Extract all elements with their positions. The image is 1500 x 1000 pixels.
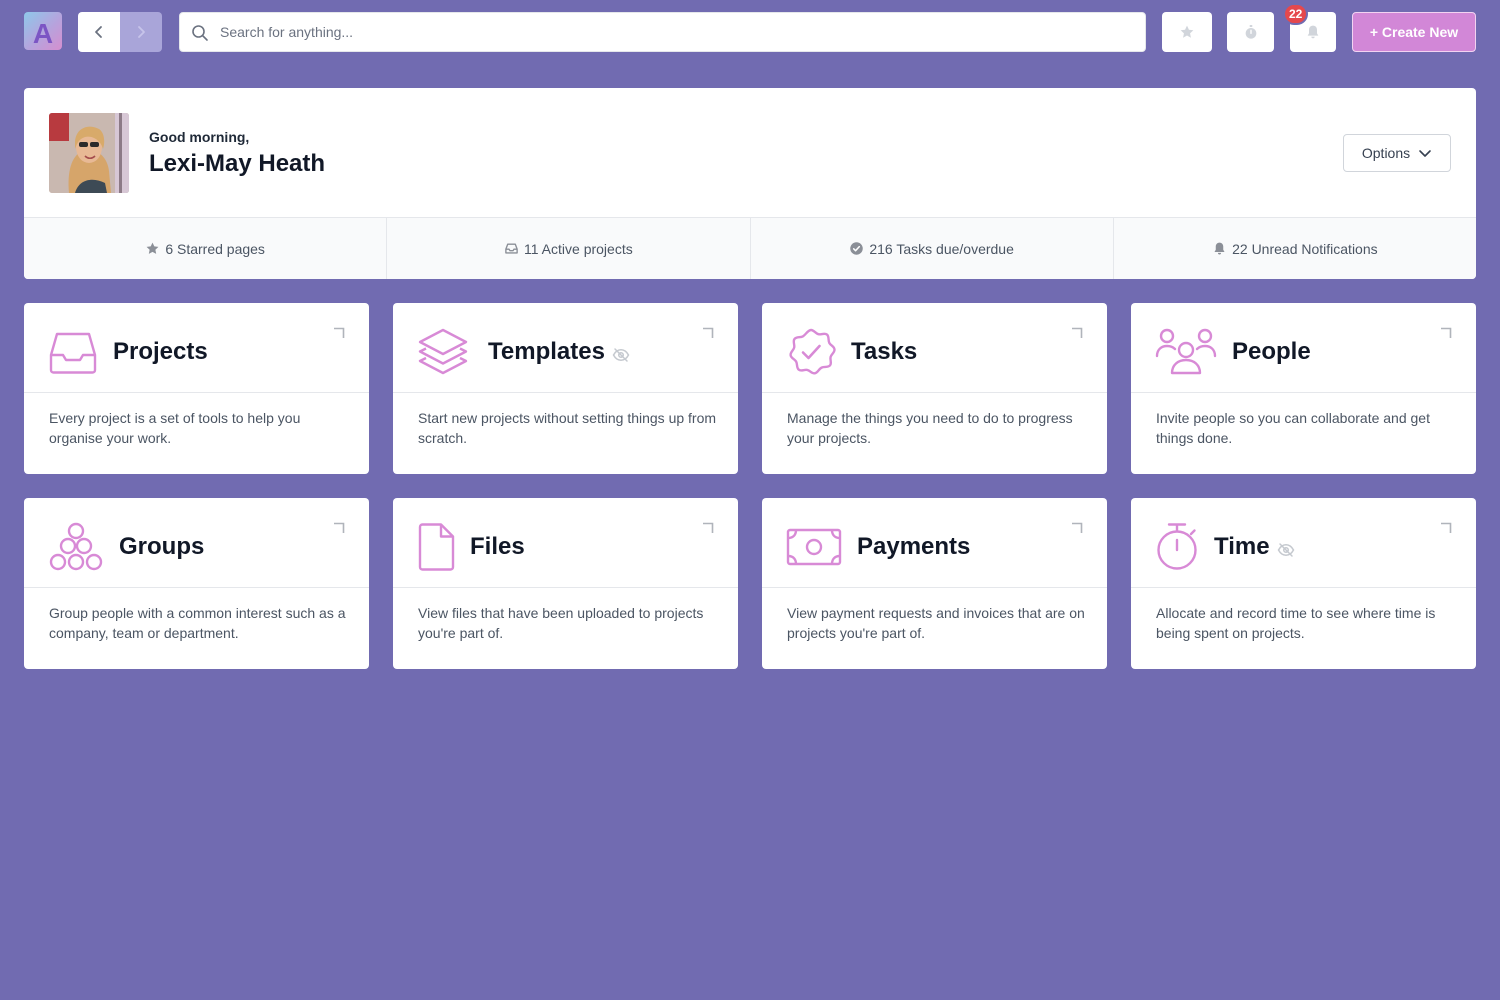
stat-starred-pages[interactable]: 6 Starred pages — [24, 218, 388, 279]
notification-count-badge: 22 — [1283, 3, 1309, 25]
inbox-icon — [49, 332, 97, 374]
create-new-button[interactable]: + Create New — [1352, 12, 1476, 52]
card-people[interactable]: People Invite people so you can collabor… — [1131, 303, 1476, 474]
card-header: Payments — [762, 498, 1107, 588]
card-description: View files that have been uploaded to pr… — [418, 605, 704, 641]
bell-icon — [1307, 25, 1319, 39]
logo-icon: A — [33, 18, 53, 49]
starred-button[interactable] — [1162, 12, 1212, 52]
stat-label: 6 Starred pages — [165, 240, 265, 257]
card-title: Groups — [119, 533, 205, 560]
chevron-down-icon — [1419, 150, 1431, 157]
inbox-icon — [505, 243, 518, 254]
card-description: Allocate and record time to see where ti… — [1156, 605, 1436, 641]
chevron-left-icon — [95, 26, 102, 38]
card-templates[interactable]: Templates Start new projects without set… — [393, 303, 738, 474]
card-header: Time — [1131, 498, 1476, 588]
circles-icon — [49, 522, 103, 571]
top-bar: A Search for anything... 22 + Create New — [24, 3, 1476, 52]
options-dropdown[interactable]: Options — [1343, 134, 1451, 172]
card-title: Time — [1214, 533, 1270, 560]
corner-arrow-icon — [703, 327, 714, 338]
chevron-right-icon — [138, 26, 145, 38]
star-icon — [146, 242, 159, 254]
card-header: People — [1131, 303, 1476, 393]
corner-arrow-icon — [1072, 522, 1083, 533]
stat-active-projects[interactable]: 11 Active projects — [387, 218, 751, 279]
card-header: Templates — [393, 303, 738, 393]
card-files[interactable]: Files View files that have been uploaded… — [393, 498, 738, 669]
card-header: Projects — [24, 303, 369, 393]
stat-label: 22 Unread Notifications — [1232, 240, 1378, 257]
profile-panel: Good morning, Lexi-May Heath Options 6 S… — [24, 88, 1476, 279]
check-badge-icon — [789, 328, 836, 375]
avatar-photo — [49, 113, 129, 193]
card-description: Start new projects without setting thing… — [418, 410, 717, 446]
card-title: Files — [470, 533, 525, 560]
layers-icon — [418, 328, 468, 375]
corner-arrow-icon — [1441, 327, 1452, 338]
logo-letter: A — [33, 18, 53, 49]
card-description: View payment requests and invoices that … — [787, 605, 1085, 641]
card-header: Groups — [24, 498, 369, 588]
corner-arrow-icon — [703, 522, 714, 533]
star-icon — [1180, 25, 1194, 38]
card-time[interactable]: Time Allocate and record time to see whe… — [1131, 498, 1476, 669]
card-tasks[interactable]: Tasks Manage the things you need to do t… — [762, 303, 1107, 474]
timer-button[interactable] — [1227, 12, 1274, 52]
eye-slash-icon — [1277, 543, 1295, 557]
history-nav — [78, 12, 162, 52]
check-badge-icon — [850, 242, 864, 255]
stat-label: 11 Active projects — [524, 240, 633, 257]
stopwatch-icon — [1157, 523, 1197, 570]
forward-button[interactable] — [120, 12, 162, 52]
card-description: Group people with a common interest such… — [49, 605, 346, 641]
card-projects[interactable]: Projects Every project is a set of tools… — [24, 303, 369, 474]
search-bar — [179, 12, 1146, 52]
back-button[interactable] — [78, 12, 120, 52]
stat-unread-notifications[interactable]: 22 Unread Notifications — [1114, 218, 1476, 279]
card-title: Templates — [488, 338, 605, 365]
corner-arrow-icon — [334, 327, 345, 338]
avatar[interactable] — [49, 113, 129, 193]
corner-arrow-icon — [1072, 327, 1083, 338]
card-description: Invite people so you can collaborate and… — [1156, 410, 1430, 446]
card-groups[interactable]: Groups Group people with a common intere… — [24, 498, 369, 669]
banknote-icon — [786, 528, 842, 566]
card-header: Files — [393, 498, 738, 588]
user-name: Lexi-May Heath — [149, 150, 326, 177]
card-description: Manage the things you need to do to prog… — [787, 410, 1073, 446]
app-logo[interactable]: A — [24, 12, 62, 50]
card-description: Every project is a set of tools to help … — [49, 410, 301, 446]
card-title: People — [1232, 338, 1311, 365]
bell-icon — [1214, 242, 1225, 255]
search-input[interactable] — [220, 13, 1120, 51]
options-label: Options — [1361, 145, 1411, 161]
corner-arrow-icon — [334, 522, 345, 533]
stat-tasks-due[interactable]: 216 Tasks due/overdue — [751, 218, 1114, 279]
card-title: Payments — [857, 533, 971, 560]
users-icon — [1155, 328, 1217, 375]
greeting-text: Good morning, — [149, 129, 250, 145]
stats-bar: 6 Starred pages 11 Active projects 216 T… — [24, 217, 1476, 279]
file-icon — [418, 523, 455, 571]
eye-slash-icon — [612, 348, 630, 362]
card-title: Tasks — [851, 338, 918, 365]
stat-label: 216 Tasks due/overdue — [869, 240, 1014, 257]
card-title: Projects — [113, 338, 208, 365]
stopwatch-icon — [1245, 25, 1256, 39]
corner-arrow-icon — [1441, 522, 1452, 533]
search-icon — [192, 25, 208, 41]
card-payments[interactable]: Payments View payment requests and invoi… — [762, 498, 1107, 669]
card-header: Tasks — [762, 303, 1107, 393]
